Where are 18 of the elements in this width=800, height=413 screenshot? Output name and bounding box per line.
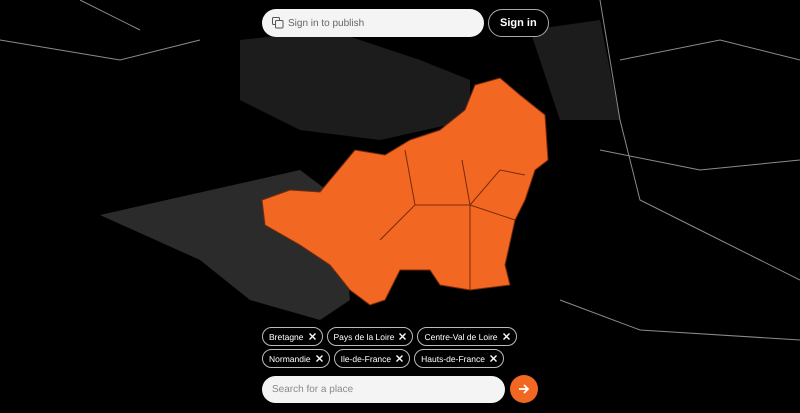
copy-icon xyxy=(272,17,284,29)
submit-button[interactable] xyxy=(510,375,538,403)
close-icon[interactable] xyxy=(502,333,510,340)
close-icon[interactable] xyxy=(316,355,323,362)
region-chip[interactable]: Pays de la Loire xyxy=(326,327,414,346)
close-icon[interactable] xyxy=(396,355,404,362)
publish-field[interactable]: Sign in to publish xyxy=(262,9,484,37)
region-chip[interactable]: Bretagne xyxy=(262,327,322,346)
arrow-right-icon xyxy=(518,383,530,395)
region-chip[interactable]: Centre-Val de Loire xyxy=(417,327,517,346)
region-chip[interactable]: Hauts-de-France xyxy=(414,349,504,368)
close-icon[interactable] xyxy=(490,355,497,362)
search-field[interactable]: Search for a place xyxy=(262,376,505,402)
close-icon[interactable] xyxy=(308,333,316,340)
sign-in-button[interactable]: Sign in xyxy=(488,9,549,37)
region-chip[interactable]: Normandie xyxy=(262,349,330,368)
close-icon[interactable] xyxy=(399,333,406,340)
region-chip[interactable]: Ile-de-France xyxy=(334,349,410,368)
